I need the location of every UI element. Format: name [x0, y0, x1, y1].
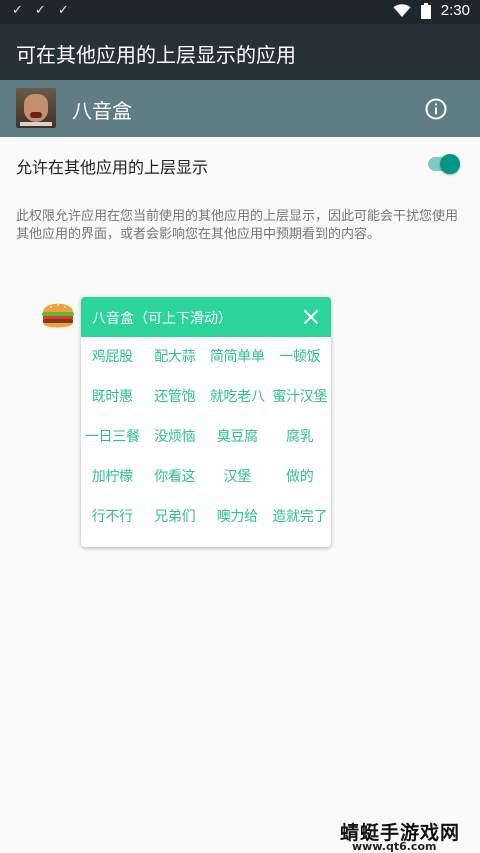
status-bar: ✓✓✓ 2:30: [0, 0, 480, 24]
sound-button[interactable]: 腐乳: [269, 417, 332, 457]
sound-button[interactable]: 一顿饭: [269, 337, 332, 377]
check-icon: ✓: [12, 3, 35, 18]
sound-button[interactable]: 配大蒜: [144, 337, 207, 377]
check-icon: ✓: [57, 3, 81, 18]
sound-row: 一日三餐 没烦恼 臭豆腐 腐乳: [81, 417, 331, 457]
sound-button[interactable]: 没烦恼: [144, 417, 207, 457]
sound-row: 行不行 兄弟们 噢力给 造就完了: [81, 497, 331, 537]
close-icon[interactable]: [303, 309, 319, 325]
sound-button[interactable]: 鸡屁股: [81, 337, 144, 377]
info-icon[interactable]: [424, 97, 448, 121]
sound-row: 既时惠 还管饱 就吃老八 蜜汁汉堡: [81, 377, 331, 417]
app-name: 八音盒: [72, 99, 132, 123]
sound-button[interactable]: 还管饱: [144, 377, 207, 417]
sound-button[interactable]: 做的: [269, 457, 332, 497]
permission-label: 允许在其他应用的上层显示: [16, 158, 209, 177]
status-time: 2:30: [440, 2, 470, 19]
notification-icons: ✓✓✓: [12, 3, 81, 18]
sound-button[interactable]: 行不行: [81, 497, 144, 537]
app-icon: [16, 88, 56, 128]
popup-title: 八音盒（可上下滑动）: [92, 311, 232, 327]
sound-button[interactable]: 既时惠: [81, 377, 144, 417]
sound-button[interactable]: 你看这: [144, 457, 207, 497]
sound-row: 加柠檬 你看这 汉堡 做的: [81, 457, 331, 497]
sound-button[interactable]: 噢力给: [206, 497, 269, 537]
sound-button[interactable]: 简简单单: [206, 337, 269, 377]
permission-toggle[interactable]: [424, 151, 462, 177]
watermark-url: www.qt6.com: [352, 840, 437, 853]
check-icon: ✓: [34, 3, 58, 18]
wifi-icon: [393, 3, 411, 17]
sound-button[interactable]: 臭豆腐: [206, 417, 269, 457]
sound-button[interactable]: 兄弟们: [144, 497, 207, 537]
page-title: 可在其他应用的上层显示的应用: [16, 43, 296, 67]
sound-grid: 鸡屁股 配大蒜 简简单单 一顿饭 既时惠 还管饱 就吃老八 蜜汁汉堡 一日三餐 …: [81, 337, 331, 537]
sound-button[interactable]: 造就完了: [269, 497, 332, 537]
app-bar: 可在其他应用的上层显示的应用: [0, 24, 480, 80]
permission-description: 此权限允许应用在您当前使用的其他应用的上层显示，因此可能会干扰您使用其他应用的界…: [16, 209, 459, 242]
sound-button[interactable]: 汉堡: [206, 457, 269, 497]
soundboard-popup: 八音盒（可上下滑动） 鸡屁股 配大蒜 简简单单 一顿饭 既时惠 还管饱 就吃老八…: [81, 297, 331, 547]
sound-button[interactable]: 一日三餐: [81, 417, 144, 457]
toggle-thumb: [440, 154, 460, 174]
battery-icon: [420, 2, 431, 19]
popup-header: 八音盒（可上下滑动）: [81, 297, 331, 337]
hamburger-food-icon[interactable]: [40, 298, 76, 332]
app-header-row: 八音盒: [0, 80, 480, 137]
sound-button[interactable]: 蜜汁汉堡: [269, 377, 332, 417]
sound-button[interactable]: 就吃老八: [206, 377, 269, 417]
sound-row: 鸡屁股 配大蒜 简简单单 一顿饭: [81, 337, 331, 377]
sound-button[interactable]: 加柠檬: [81, 457, 144, 497]
watermark: 蜻蜓手游戏网 www.qt6.com: [340, 818, 470, 853]
